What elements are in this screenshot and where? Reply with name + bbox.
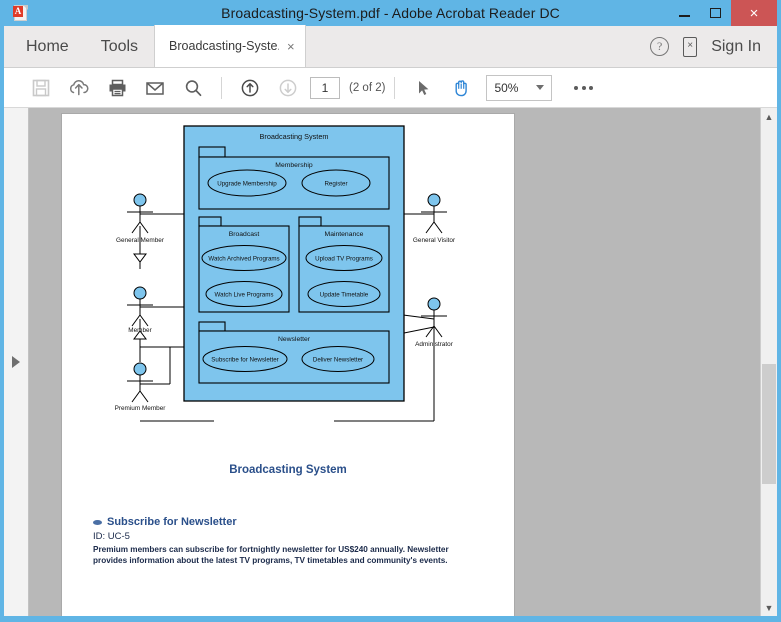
- diagram-caption: Broadcasting System: [229, 464, 347, 476]
- next-page-icon[interactable]: [269, 69, 307, 107]
- usecase-title: Subscribe for Newsletter: [107, 516, 237, 528]
- actor-general-visitor: General Visitor: [413, 193, 456, 244]
- document-text-block: Broadcasting System Subscribe for Newsle…: [62, 464, 514, 566]
- navigation-pane: [4, 108, 29, 616]
- more-options-icon[interactable]: [566, 76, 601, 100]
- tab-document[interactable]: Broadcasting-Syste... ×: [154, 25, 306, 67]
- usecase-label: Watch Live Programs: [215, 292, 274, 299]
- package-label: Broadcast: [229, 231, 260, 238]
- actor-administrator: Administrator: [415, 297, 454, 348]
- close-button[interactable]: ×: [731, 0, 777, 26]
- save-icon[interactable]: [22, 69, 60, 107]
- scroll-down-arrow-icon[interactable]: ▼: [761, 599, 777, 616]
- print-icon[interactable]: [98, 69, 136, 107]
- search-icon[interactable]: [174, 69, 212, 107]
- page-count-label: (2 of 2): [349, 81, 386, 94]
- chevron-down-icon: [536, 85, 545, 90]
- package-broadcast: Broadcast Watch Archived Programs Watch …: [198, 216, 290, 313]
- system-boundary-label: Broadcasting System: [260, 132, 329, 141]
- usecase-label: Subscribe for Newsletter: [211, 357, 278, 364]
- tab-strip-right: ? × Sign In: [650, 26, 777, 67]
- mobile-link-icon[interactable]: ×: [683, 36, 698, 57]
- document-viewer: Broadcasting System Membership Upgrade M…: [4, 108, 777, 616]
- usecase-heading: Subscribe for Newsletter: [93, 516, 514, 528]
- pdf-app-icon: A: [12, 4, 30, 22]
- minimize-button[interactable]: [669, 0, 700, 26]
- page-number-input[interactable]: [310, 76, 340, 99]
- window-title: Broadcasting-System.pdf - Adobe Acrobat …: [221, 5, 560, 21]
- package-label: Maintenance: [325, 231, 364, 238]
- usecase-label: Deliver Newsletter: [313, 357, 363, 364]
- tab-close-icon[interactable]: ×: [287, 40, 295, 53]
- toolbar-divider-2: [394, 76, 396, 99]
- package-label: Membership: [275, 162, 313, 169]
- vertical-scrollbar[interactable]: ▲ ▼: [760, 108, 777, 616]
- window-controls: ×: [669, 0, 777, 26]
- select-arrow-icon[interactable]: [404, 69, 442, 107]
- sign-in-button[interactable]: Sign In: [711, 38, 761, 56]
- zoom-level-value: 50%: [494, 80, 519, 95]
- tab-home[interactable]: Home: [4, 26, 85, 67]
- use-case-diagram: Broadcasting System Membership Upgrade M…: [115, 125, 456, 422]
- actor-label: Member: [128, 327, 152, 334]
- bullet-icon: [93, 519, 102, 525]
- package-label: Newsletter: [278, 336, 311, 343]
- maximize-button[interactable]: [700, 0, 731, 26]
- acrobat-window: A Broadcasting-System.pdf - Adobe Acroba…: [0, 0, 781, 622]
- tab-tools[interactable]: Tools: [85, 26, 154, 67]
- actor-general-member: General Member: [116, 193, 165, 244]
- zoom-level-dropdown[interactable]: 50%: [486, 74, 553, 101]
- package-maintenance: Maintenance Upload TV Programs Update Ti…: [298, 216, 390, 313]
- previous-page-icon[interactable]: [231, 69, 269, 107]
- usecase-label: Update Timetable: [320, 292, 369, 299]
- toolbar-divider: [221, 76, 222, 99]
- hand-tool-icon[interactable]: [442, 69, 480, 107]
- usecase-label: Register: [324, 181, 347, 188]
- usecase-label: Upgrade Membership: [217, 181, 277, 188]
- pdf-page: Broadcasting System Membership Upgrade M…: [62, 114, 514, 616]
- actor-premium-member: Premium Member: [115, 362, 167, 412]
- actor-label: General Visitor: [413, 237, 456, 244]
- scrollbar-thumb[interactable]: [762, 364, 776, 484]
- tab-document-label: Broadcasting-Syste...: [169, 39, 280, 53]
- actor-label: Administrator: [415, 341, 454, 348]
- tab-strip: Home Tools Broadcasting-Syste... × ? × S…: [4, 25, 777, 68]
- actor-label: General Member: [116, 237, 165, 244]
- package-newsletter: Newsletter Subscribe for Newsletter Deli…: [198, 321, 390, 384]
- help-icon[interactable]: ?: [650, 37, 670, 56]
- usecase-label: Watch Archived Programs: [208, 256, 279, 263]
- actor-member: Member: [127, 286, 153, 334]
- page-scroll-area[interactable]: Broadcasting System Membership Upgrade M…: [29, 108, 760, 616]
- toolbar: (2 of 2) 50%: [4, 68, 777, 108]
- title-bar: A Broadcasting-System.pdf - Adobe Acroba…: [4, 0, 777, 26]
- usecase-id: ID: UC-5: [93, 531, 130, 542]
- cloud-upload-icon[interactable]: [60, 69, 98, 107]
- expand-navigation-pane-icon[interactable]: [12, 356, 20, 368]
- email-icon[interactable]: [136, 69, 174, 107]
- actor-label: Premium Member: [115, 405, 167, 412]
- usecase-description: Premium members can subscribe for fortni…: [93, 545, 449, 565]
- usecase-label: Upload TV Programs: [315, 256, 373, 263]
- scroll-up-arrow-icon[interactable]: ▲: [761, 108, 777, 125]
